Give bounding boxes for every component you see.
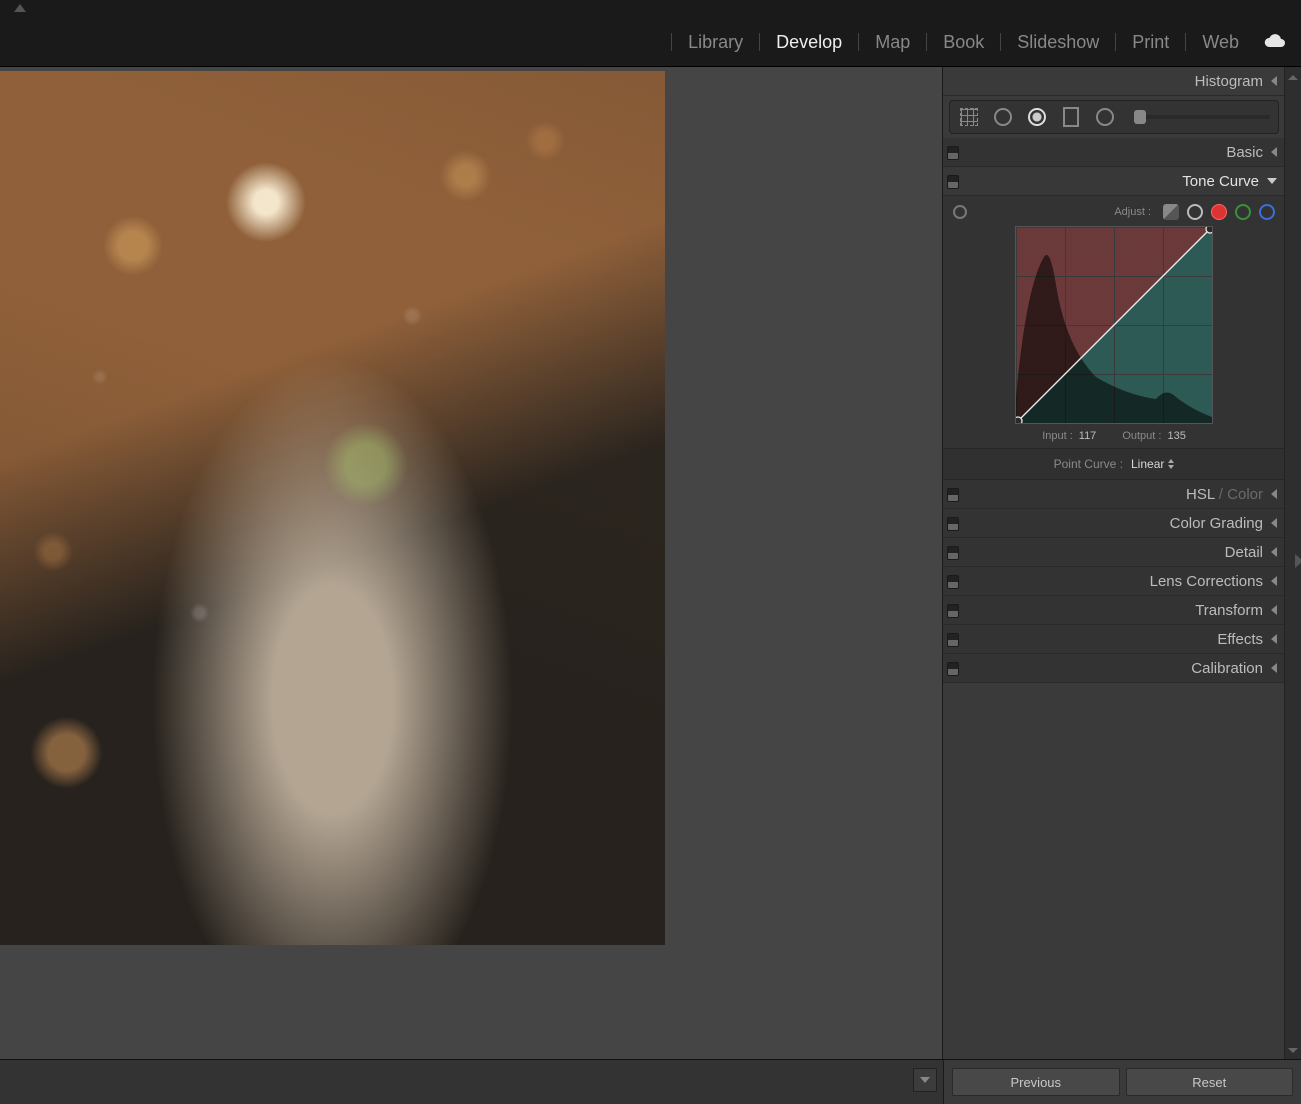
adjust-label: Adjust : — [1114, 206, 1151, 218]
point-curve-row: Point Curve : Linear — [943, 449, 1285, 480]
panel-tonecurve-header[interactable]: Tone Curve — [943, 167, 1285, 196]
crop-tool[interactable] — [958, 106, 980, 128]
preview-image[interactable] — [0, 71, 665, 945]
panel-switch-icon[interactable] — [947, 517, 959, 531]
previous-button[interactable]: Previous — [952, 1068, 1120, 1096]
redeye-tool[interactable] — [1026, 106, 1048, 128]
panel-basic-header[interactable]: Basic — [943, 138, 1285, 167]
panel-lens-header[interactable]: Lens Corrections — [943, 567, 1285, 596]
panel-switch-icon[interactable] — [947, 546, 959, 560]
reset-button[interactable]: Reset — [1126, 1068, 1294, 1096]
stepper-icon — [1168, 459, 1174, 469]
collapse-icon — [1271, 605, 1277, 615]
curve-io-readout: Input : 117 Output : 135 — [953, 430, 1275, 442]
panel-calibration-title: Calibration — [1191, 660, 1263, 677]
input-label: Input : — [1042, 430, 1073, 442]
collapse-icon — [1271, 147, 1277, 157]
curve-channel-luminance[interactable] — [1187, 204, 1203, 220]
filmstrip-source-dropdown[interactable] — [913, 1068, 937, 1092]
module-library[interactable]: Library — [671, 33, 760, 51]
module-print[interactable]: Print — [1116, 33, 1186, 51]
panel-colorgrading-header[interactable]: Color Grading — [943, 509, 1285, 538]
curve-channel-blue[interactable] — [1259, 204, 1275, 220]
expand-icon — [1267, 178, 1277, 184]
spot-removal-tool[interactable] — [992, 106, 1014, 128]
radial-filter-tool[interactable] — [1094, 106, 1116, 128]
panel-effects-header[interactable]: Effects — [943, 625, 1285, 654]
collapse-icon — [1271, 663, 1277, 673]
module-picker: Library Develop Map Book Slideshow Print… — [0, 18, 1301, 67]
filmstrip-collapsed[interactable] — [0, 1060, 943, 1104]
panel-switch-icon[interactable] — [947, 175, 959, 189]
module-web[interactable]: Web — [1186, 33, 1255, 51]
tone-curve-body: Adjust : — [943, 196, 1285, 449]
targeted-adjust-icon[interactable] — [953, 205, 967, 219]
collapse-icon — [1271, 547, 1277, 557]
image-canvas-area[interactable] — [0, 67, 942, 1061]
panel-colorgrading-title: Color Grading — [1170, 515, 1263, 532]
panel-transform-header[interactable]: Transform — [943, 596, 1285, 625]
panel-histogram-title: Histogram — [1195, 73, 1263, 90]
main-area: Histogram Basic — [0, 67, 1301, 1061]
module-map[interactable]: Map — [859, 33, 927, 51]
panel-tonecurve-title: Tone Curve — [1182, 173, 1259, 190]
panel-switch-icon[interactable] — [947, 575, 959, 589]
collapse-icon — [1271, 76, 1277, 86]
module-book[interactable]: Book — [927, 33, 1001, 51]
panel-switch-icon[interactable] — [947, 488, 959, 502]
panel-switch-icon[interactable] — [947, 146, 959, 160]
identity-plate-collapsed[interactable] — [0, 0, 1301, 18]
panel-switch-icon[interactable] — [947, 633, 959, 647]
panel-effects-title: Effects — [1217, 631, 1263, 648]
module-develop[interactable]: Develop — [760, 33, 859, 51]
collapse-icon — [1271, 634, 1277, 644]
graduated-filter-tool[interactable] — [1060, 106, 1082, 128]
bottom-bar: Previous Reset — [0, 1059, 1301, 1104]
panel-hsl-title: HSL / Color — [1186, 486, 1263, 503]
panel-calibration-header[interactable]: Calibration — [943, 654, 1285, 683]
curve-channel-red[interactable] — [1211, 204, 1227, 220]
panel-transform-title: Transform — [1195, 602, 1263, 619]
module-slideshow[interactable]: Slideshow — [1001, 33, 1116, 51]
mask-amount-slider[interactable] — [1134, 115, 1270, 119]
panel-hsl-header[interactable]: HSL / Color — [943, 480, 1285, 509]
curve-parametric-button[interactable] — [1163, 204, 1179, 220]
output-label: Output : — [1122, 430, 1161, 442]
point-curve-select[interactable]: Linear — [1131, 457, 1174, 471]
panel-histogram-header[interactable]: Histogram — [943, 67, 1285, 96]
panel-switch-icon[interactable] — [947, 604, 959, 618]
output-value: 135 — [1167, 430, 1185, 442]
cloud-sync-icon[interactable] — [1263, 34, 1287, 50]
panel-lens-title: Lens Corrections — [1150, 573, 1263, 590]
panel-switch-icon[interactable] — [947, 662, 959, 676]
collapse-icon — [1271, 576, 1277, 586]
app-window: Library Develop Map Book Slideshow Print… — [0, 0, 1301, 1104]
reveal-top-panel-icon[interactable] — [14, 4, 26, 12]
panel-detail-title: Detail — [1225, 544, 1263, 561]
panel-detail-header[interactable]: Detail — [943, 538, 1285, 567]
collapse-icon — [1271, 518, 1277, 528]
point-curve-label: Point Curve : — [1054, 457, 1123, 471]
local-adjust-toolstrip — [949, 100, 1279, 134]
right-panel: Histogram Basic — [942, 67, 1301, 1061]
reveal-right-panel-icon[interactable] — [1291, 552, 1301, 572]
collapse-icon — [1271, 489, 1277, 499]
develop-footer-buttons: Previous Reset — [943, 1060, 1301, 1104]
input-value: 117 — [1079, 430, 1097, 442]
curve-channel-green[interactable] — [1235, 204, 1251, 220]
panel-basic-title: Basic — [1226, 144, 1263, 161]
tone-curve-graph[interactable] — [1015, 226, 1213, 424]
